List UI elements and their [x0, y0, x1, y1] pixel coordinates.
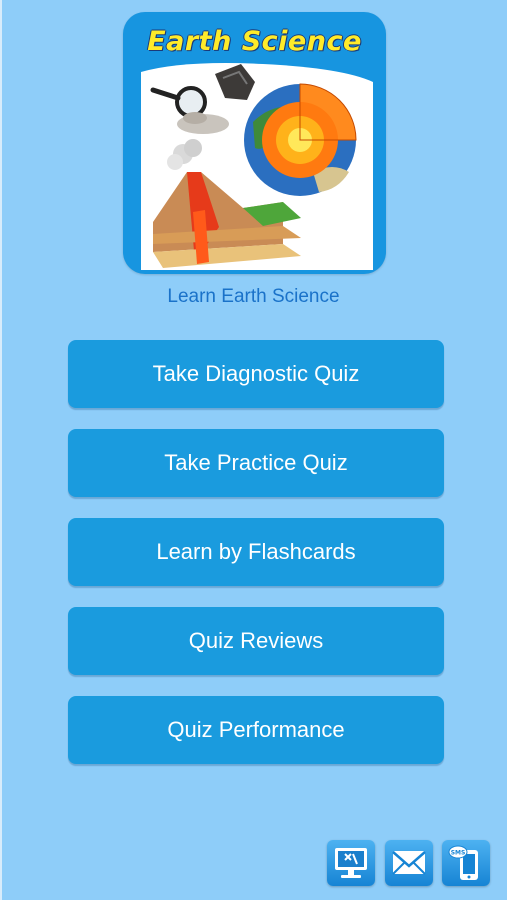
email-button[interactable] [385, 840, 433, 886]
app-logo: Earth Science [123, 12, 386, 274]
sms-phone-icon: SMS [448, 845, 478, 880]
app-name: Learn Earth Science [167, 286, 340, 307]
computer-tools-icon [335, 848, 367, 878]
email-icon [392, 851, 426, 875]
logo-title: Earth Science [147, 26, 362, 57]
quiz-performance-button[interactable]: Quiz Performance [68, 696, 444, 764]
take-practice-quiz-button[interactable]: Take Practice Quiz [68, 429, 444, 497]
learn-by-flashcards-button[interactable]: Learn by Flashcards [68, 518, 444, 586]
screen-edge [0, 0, 2, 900]
computer-tools-button[interactable] [327, 840, 375, 886]
take-diagnostic-quiz-button[interactable]: Take Diagnostic Quiz [68, 340, 444, 408]
sms-button[interactable]: SMS [442, 840, 490, 886]
sms-badge: SMS [451, 850, 466, 857]
quiz-reviews-button[interactable]: Quiz Reviews [68, 607, 444, 675]
